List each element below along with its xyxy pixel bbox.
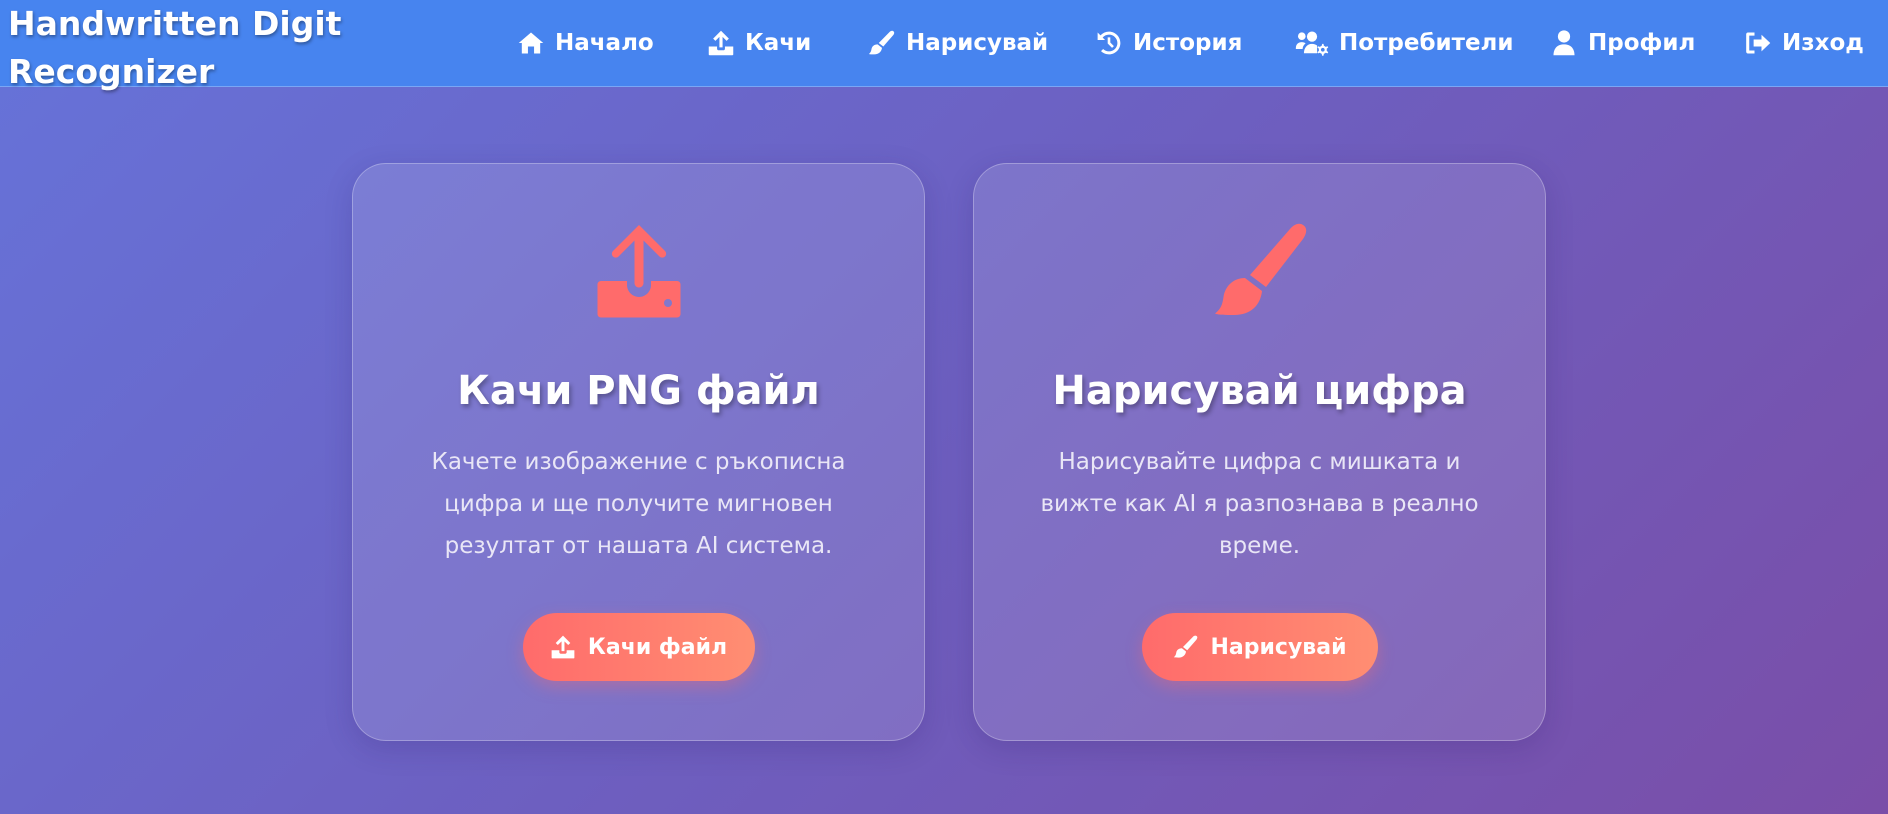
nav-item-history[interactable]: История [1095,26,1242,60]
nav-item-logout[interactable]: Изход [1744,26,1864,60]
nav-item-history-label: История [1133,30,1243,56]
nav-item-users-label: Потребители [1339,30,1514,56]
sign-out-icon [1744,29,1772,57]
draw-card-title: Нарисувай цифра [1052,368,1467,414]
upload-icon [550,634,576,660]
upload-icon [707,29,735,57]
draw-card-icon [1210,221,1310,321]
nav-item-home-label: Начало [555,30,654,56]
history-icon [1095,29,1123,57]
nav-item-upload[interactable]: Качи [707,26,811,60]
paintbrush-icon [868,29,896,57]
upload-card-title: Качи PNG файл [457,368,820,414]
users-cog-icon [1295,29,1329,57]
nav-item-logout-label: Изход [1782,30,1864,56]
user-icon [1550,29,1578,57]
nav-item-upload-label: Качи [745,30,812,56]
nav-item-draw[interactable]: Нарисувай [868,26,1048,60]
draw-button[interactable]: Нарисувай [1141,613,1378,681]
upload-file-button[interactable]: Качи файл [522,613,755,681]
nav-item-home[interactable]: Начало [517,26,654,60]
home-icon [517,29,545,57]
upload-card-description: Качете изображение с ръкописна цифра и щ… [431,449,846,559]
draw-card-description: Нарисувайте цифра с мишката и вижте как … [1040,449,1479,559]
upload-icon [589,221,689,321]
paintbrush-icon [1173,634,1199,660]
nav-item-users[interactable]: Потребители [1295,26,1514,60]
top-navbar: Handwritten Digit Recognizer Начало Качи… [0,0,1888,91]
upload-file-button-label: Качи файл [587,634,728,660]
paintbrush-icon [1210,221,1310,321]
upload-card-icon [589,221,689,321]
nav-item-profile[interactable]: Профил [1550,26,1695,60]
nav-item-profile-label: Профил [1588,30,1696,56]
nav-item-draw-label: Нарисувай [906,30,1049,56]
upload-card: Качи PNG файл Качете изображение с ръкоп… [352,163,925,741]
brand-title[interactable]: Handwritten Digit Recognizer [8,0,368,96]
draw-card: Нарисувай цифра Нарисувайте цифра с мишк… [973,163,1546,741]
draw-button-label: Нарисувай [1210,634,1347,660]
